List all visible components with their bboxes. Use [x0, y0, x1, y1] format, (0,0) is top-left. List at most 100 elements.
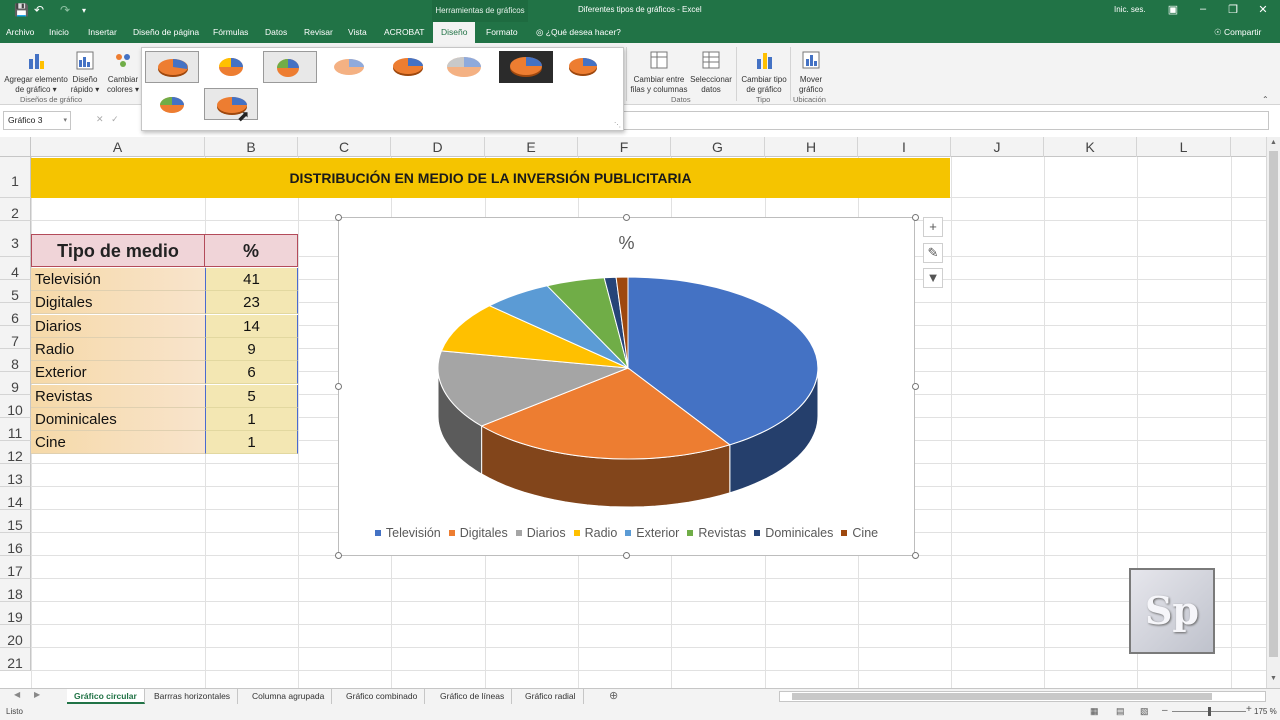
row-header[interactable]: 20: [0, 625, 31, 648]
select-all-corner[interactable]: [0, 137, 31, 157]
scroll-up-icon[interactable]: ▲: [1270, 139, 1277, 146]
resize-handle[interactable]: [335, 214, 342, 221]
redo-icon[interactable]: ↷: [60, 3, 70, 17]
row-header[interactable]: 4: [0, 257, 31, 280]
sheet-tab-barras-horizontales[interactable]: Barrras horizontales: [147, 689, 239, 704]
tab-inicio[interactable]: Inicio: [49, 22, 69, 43]
chart-style-8[interactable]: [558, 51, 612, 83]
tab-archivo[interactable]: Archivo: [6, 22, 34, 43]
resize-handle[interactable]: [912, 552, 919, 559]
table-cell-pct[interactable]: 6: [205, 361, 298, 385]
row-header[interactable]: 19: [0, 602, 31, 625]
row-header[interactable]: 16: [0, 533, 31, 556]
chart-style-10[interactable]: [204, 88, 258, 120]
table-cell-medio[interactable]: Exterior: [31, 361, 205, 385]
row-header[interactable]: 8: [0, 349, 31, 372]
row-header[interactable]: 11: [0, 418, 31, 441]
legend-item[interactable]: Dominicales: [754, 526, 833, 540]
legend-item[interactable]: Revistas: [687, 526, 746, 540]
legend-item[interactable]: Televisión: [374, 526, 441, 540]
row-header[interactable]: 3: [0, 221, 31, 257]
table-cell-pct[interactable]: 9: [205, 337, 298, 361]
row-header[interactable]: 10: [0, 395, 31, 418]
chart-style-9[interactable]: [145, 88, 199, 120]
chart-style-1[interactable]: [145, 51, 199, 83]
table-cell-pct[interactable]: 23: [205, 291, 298, 315]
sheet-tab-grafico-radial[interactable]: Gráfico radial: [518, 689, 584, 704]
chart-style-7[interactable]: [499, 51, 553, 83]
row-header[interactable]: 9: [0, 372, 31, 395]
tell-me-search[interactable]: ◎ ¿Qué desea hacer?: [536, 22, 621, 43]
row-header[interactable]: 15: [0, 510, 31, 533]
column-header-g[interactable]: G: [671, 137, 765, 157]
move-chart-button[interactable]: Mover gráfico: [792, 49, 830, 95]
row-header[interactable]: 13: [0, 464, 31, 487]
resize-handle[interactable]: [912, 214, 919, 221]
row-header[interactable]: 7: [0, 326, 31, 349]
table-header-type[interactable]: Tipo de medio: [31, 234, 205, 267]
tab-revisar[interactable]: Revisar: [304, 22, 333, 43]
chart-style-5[interactable]: [381, 51, 435, 83]
vertical-scrollbar[interactable]: ▲ ▼: [1266, 137, 1280, 688]
column-header-k[interactable]: K: [1044, 137, 1137, 157]
zoom-level[interactable]: 175 %: [1254, 707, 1277, 716]
column-header-f[interactable]: F: [578, 137, 671, 157]
page-break-icon[interactable]: ▧: [1140, 706, 1149, 717]
add-chart-element-button[interactable]: Agregar elemento de gráfico ▾: [2, 49, 70, 95]
normal-view-icon[interactable]: ▦: [1090, 706, 1099, 717]
table-cell-medio[interactable]: Televisión: [31, 268, 205, 291]
table-cell-pct[interactable]: 5: [205, 384, 298, 408]
plus-icon[interactable]: +: [923, 217, 943, 237]
row-header[interactable]: 14: [0, 487, 31, 510]
table-cell-pct[interactable]: 1: [205, 407, 298, 431]
sheet-tab-grafico-lineas[interactable]: Gráfico de líneas: [433, 689, 513, 704]
chart-style-2[interactable]: [204, 51, 258, 83]
row-header[interactable]: 1: [0, 157, 31, 198]
column-header-b[interactable]: B: [205, 137, 298, 157]
pie-plot[interactable]: [339, 218, 914, 518]
undo-icon[interactable]: ↶: [34, 3, 44, 17]
restore-icon[interactable]: ❐: [1223, 3, 1243, 16]
next-sheet-icon[interactable]: ▶: [34, 690, 40, 699]
chart-style-6[interactable]: [440, 51, 494, 83]
share-button[interactable]: ☉ Compartir: [1214, 22, 1261, 43]
cancel-icon[interactable]: ✕: [96, 114, 104, 124]
save-icon[interactable]: 💾: [14, 3, 29, 17]
column-header-e[interactable]: E: [485, 137, 578, 157]
legend-item[interactable]: Exterior: [625, 526, 679, 540]
row-header[interactable]: 5: [0, 280, 31, 303]
tab-datos[interactable]: Datos: [265, 22, 287, 43]
column-header-j[interactable]: J: [951, 137, 1044, 157]
scroll-down-icon[interactable]: ▼: [1270, 675, 1277, 682]
change-chart-type-button[interactable]: Cambiar tipo de gráfico: [738, 49, 790, 95]
zoom-out-icon[interactable]: –: [1162, 705, 1168, 716]
minimize-icon[interactable]: –: [1193, 3, 1213, 15]
sheet-tab-columna-agrupada[interactable]: Columna agrupada: [245, 689, 333, 704]
select-data-button[interactable]: Seleccionar datos: [688, 49, 734, 95]
tab-formulas[interactable]: Fórmulas: [213, 22, 248, 43]
pie-chart[interactable]: % Televisión Digitales Diarios Radio Exterio…: [338, 217, 915, 556]
collapse-ribbon-icon[interactable]: ⌃: [1262, 95, 1269, 104]
row-header[interactable]: 21: [0, 648, 31, 671]
table-cell-medio[interactable]: Diarios: [31, 314, 205, 338]
zoom-slider-knob[interactable]: [1208, 707, 1211, 716]
customize-icon[interactable]: ▾: [82, 6, 86, 15]
legend-item[interactable]: Cine: [841, 526, 878, 540]
ribbon-display-icon[interactable]: ▣: [1163, 3, 1183, 16]
chart-legend[interactable]: Televisión Digitales Diarios Radio Exterior R…: [339, 526, 914, 540]
brush-icon[interactable]: ✎: [923, 243, 943, 263]
column-header-d[interactable]: D: [391, 137, 485, 157]
row-header[interactable]: 18: [0, 579, 31, 602]
column-header-i[interactable]: I: [858, 137, 951, 157]
column-header-h[interactable]: H: [765, 137, 858, 157]
table-cell-medio[interactable]: Digitales: [31, 291, 205, 315]
resize-handle[interactable]: [335, 383, 342, 390]
table-cell-medio[interactable]: Radio: [31, 337, 205, 361]
chart-style-3[interactable]: [263, 51, 317, 83]
resize-handle[interactable]: [623, 552, 630, 559]
scroll-thumb[interactable]: [1269, 151, 1278, 657]
sheet-tab-grafico-combinado[interactable]: Gráfico combinado: [339, 689, 426, 704]
table-cell-medio[interactable]: Dominicales: [31, 407, 205, 431]
table-cell-pct[interactable]: 41: [205, 268, 298, 291]
column-header-a[interactable]: A: [31, 137, 205, 157]
